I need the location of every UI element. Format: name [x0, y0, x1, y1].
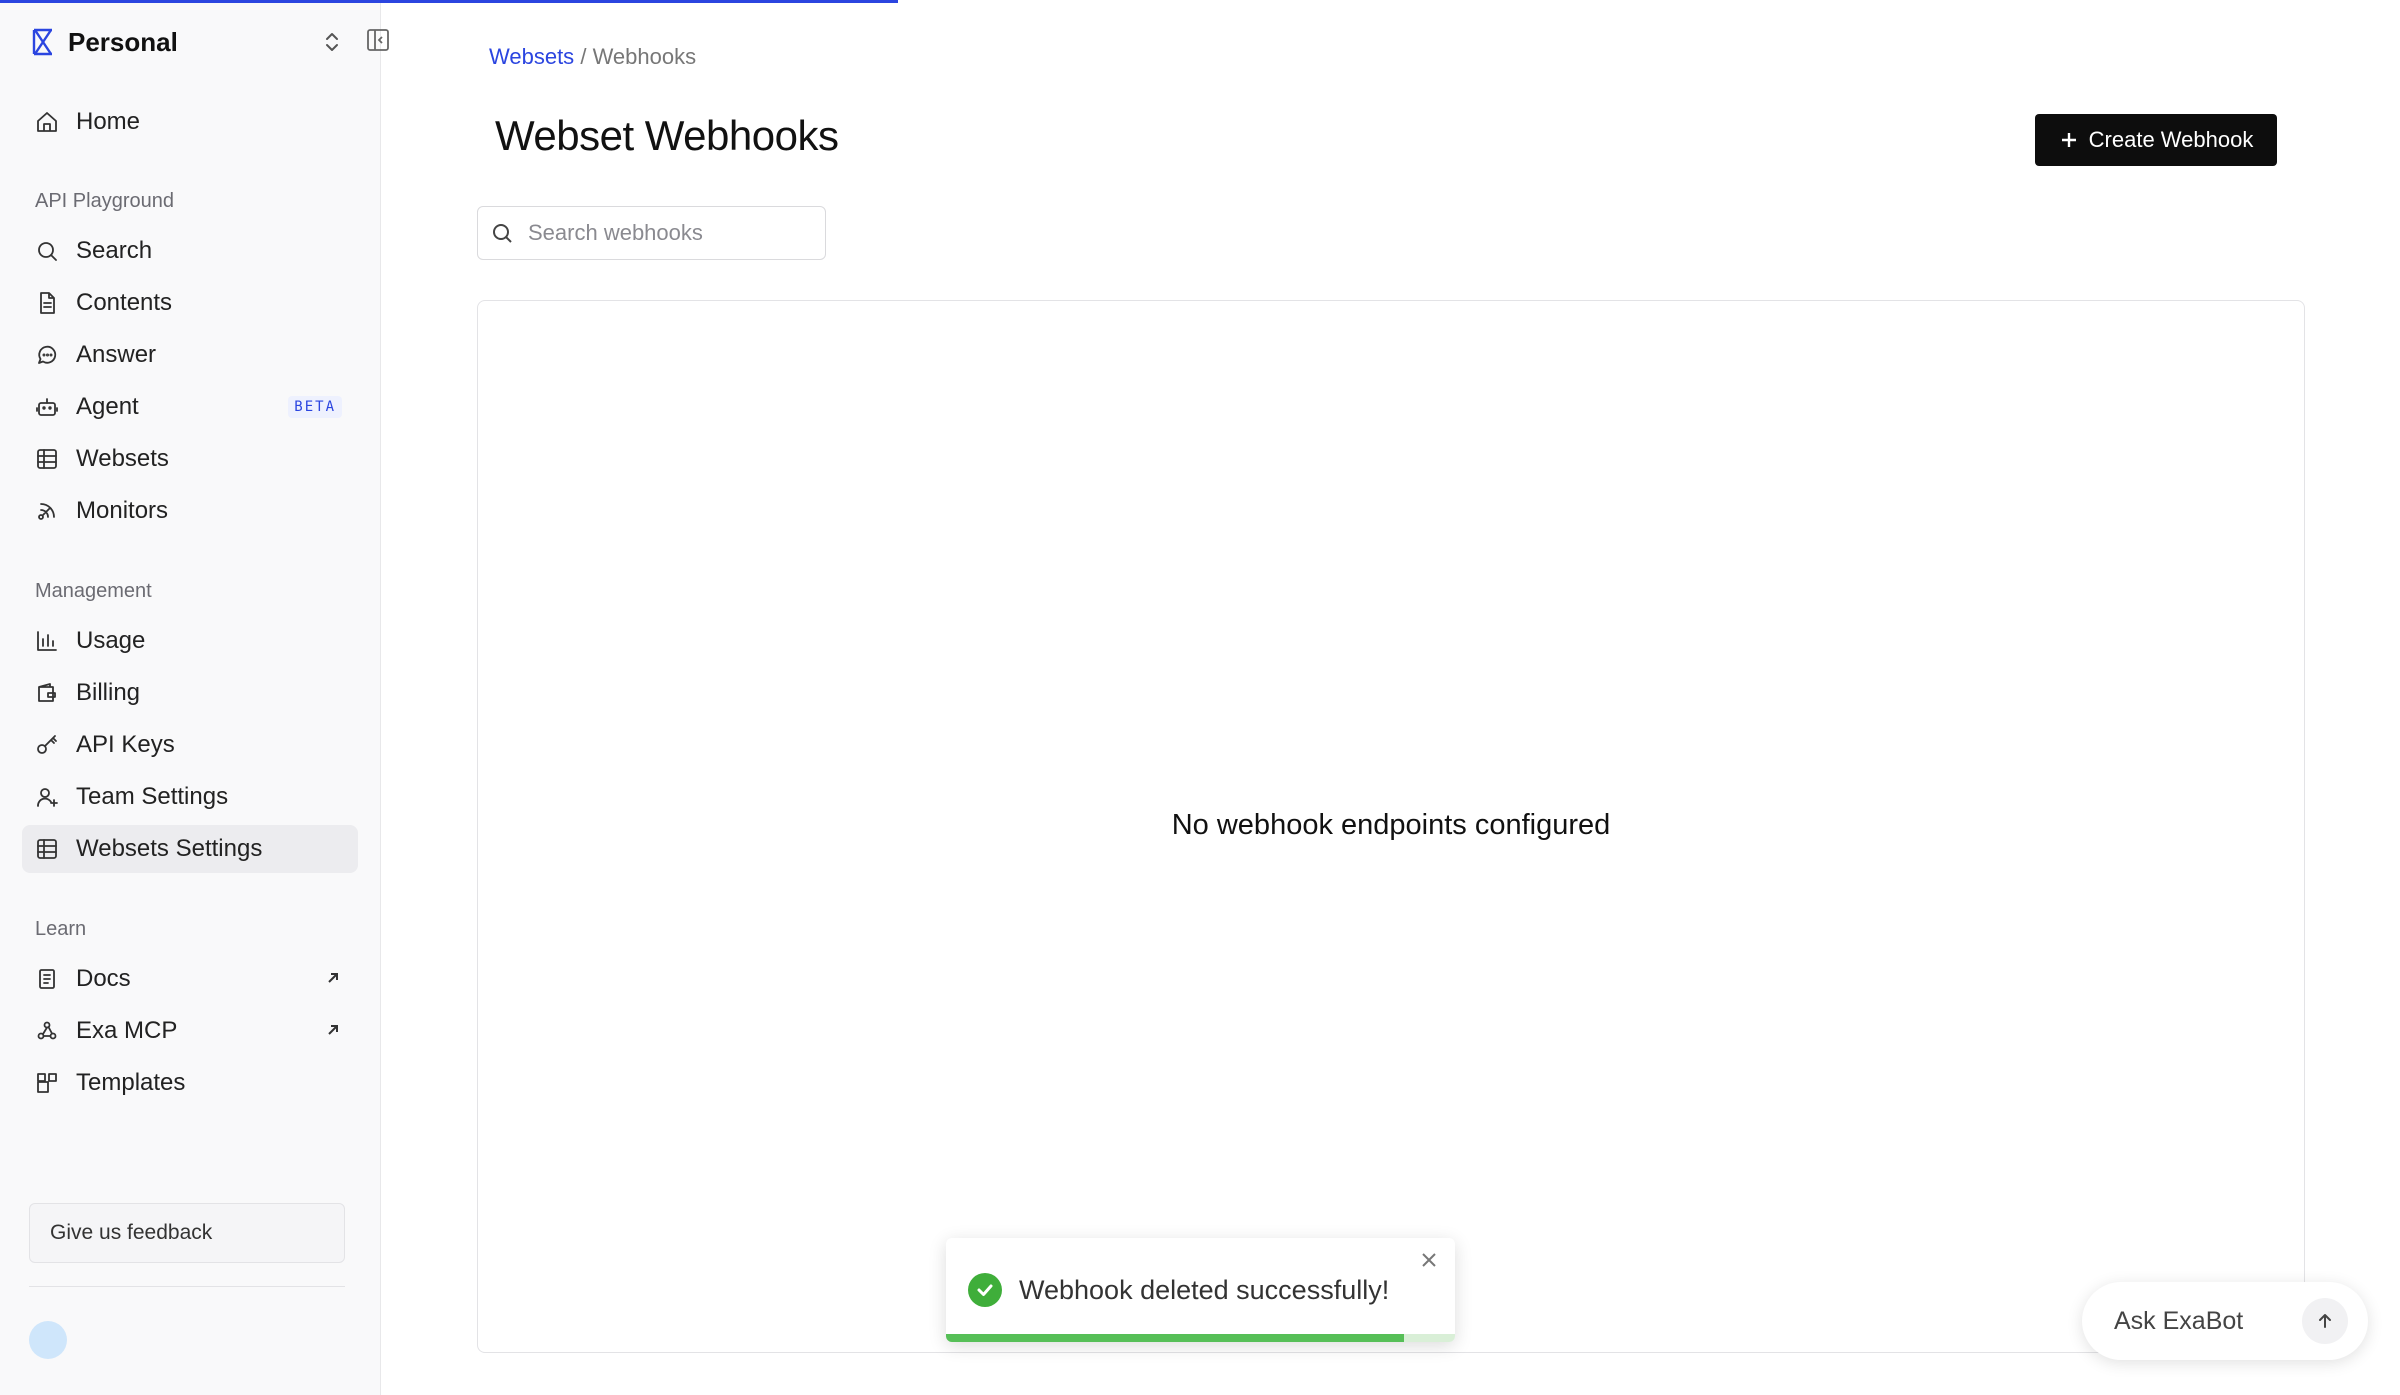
- key-icon: [34, 732, 60, 758]
- sidebar-item-api-keys[interactable]: API Keys: [22, 721, 358, 769]
- toast-message: Webhook deleted successfully!: [1019, 1275, 1390, 1305]
- page-loading-bar: [0, 0, 898, 3]
- search-webhooks-field[interactable]: [477, 206, 826, 260]
- sidebar-item-label: Billing: [76, 679, 141, 706]
- sidebar-item-team-settings[interactable]: Team Settings: [22, 773, 358, 821]
- table-icon: [34, 446, 60, 472]
- sidebar-item-label: Templates: [76, 1069, 186, 1096]
- sidebar-item-label: Usage: [76, 627, 146, 654]
- beta-badge: BETA: [288, 396, 342, 418]
- section-label-learn: Learn: [35, 918, 87, 940]
- sidebar: Personal Home API Playground Search Cont…: [0, 0, 389, 1395]
- avatar[interactable]: [29, 1321, 67, 1359]
- table-icon: [34, 836, 60, 862]
- sidebar-item-home[interactable]: Home: [22, 98, 358, 146]
- sidebar-item-answer[interactable]: Answer: [22, 331, 358, 379]
- sidebar-item-billing[interactable]: Billing: [22, 669, 358, 717]
- sidebar-item-label: Monitors: [76, 497, 169, 524]
- search-icon: [34, 238, 60, 264]
- search-icon: [493, 224, 512, 243]
- empty-state-message: No webhook endpoints configured: [1171, 809, 1611, 841]
- webhook-icon: [34, 1018, 60, 1044]
- workspace-name: Personal: [68, 26, 178, 57]
- toast-progress-fill: [946, 1334, 1405, 1342]
- sidebar-item-monitors[interactable]: Monitors: [22, 487, 358, 535]
- sidebar-item-agent[interactable]: Agent BETA: [22, 383, 358, 431]
- sidebar-item-label: Contents: [76, 289, 173, 316]
- external-link-icon: [324, 969, 344, 989]
- user-plus-icon: [34, 784, 60, 810]
- sidebar-item-label: Websets Settings: [76, 835, 263, 862]
- section-label-management: Management: [35, 580, 152, 602]
- sidebar-item-label: Websets: [76, 445, 169, 472]
- check-circle-icon: [968, 1273, 1002, 1307]
- sidebar-item-usage[interactable]: Usage: [22, 617, 358, 665]
- send-arrow-up-icon[interactable]: [2302, 1298, 2348, 1344]
- book-icon: [34, 966, 60, 992]
- sidebar-item-docs[interactable]: Docs: [22, 955, 358, 1003]
- ask-exabot-input[interactable]: Ask ExaBot: [2082, 1282, 2368, 1360]
- robot-icon: [34, 394, 60, 420]
- section-label-api-playground: API Playground: [35, 190, 174, 212]
- sidebar-item-label: Answer: [76, 341, 157, 368]
- create-webhook-label: Create Webhook: [2088, 127, 2254, 152]
- external-link-icon: [324, 1021, 344, 1041]
- sidebar-item-label: Search: [76, 237, 153, 264]
- breadcrumb-separator: /: [580, 44, 587, 69]
- search-input[interactable]: [528, 220, 808, 246]
- sidebar-item-label: Agent: [76, 393, 139, 420]
- templates-icon: [34, 1070, 60, 1096]
- plus-icon: [2059, 130, 2079, 150]
- sidebar-item-contents[interactable]: Contents: [22, 279, 358, 327]
- sidebar-divider: [29, 1286, 345, 1287]
- toast-progress-track: [946, 1334, 1455, 1342]
- radar-icon: [34, 498, 60, 524]
- sidebar-item-label: Home: [76, 108, 141, 135]
- exa-logo-icon: [30, 27, 56, 57]
- sidebar-item-label: Exa MCP: [76, 1017, 178, 1044]
- sidebar-item-exa-mcp[interactable]: Exa MCP: [22, 1007, 358, 1055]
- webhooks-panel: No webhook endpoints configured: [477, 300, 2305, 1353]
- breadcrumb: Websets / Webhooks: [489, 44, 696, 70]
- bar-chart-icon: [34, 628, 60, 654]
- sidebar-item-label: Docs: [76, 965, 131, 992]
- feedback-button[interactable]: Give us feedback: [29, 1203, 345, 1263]
- chevron-updown-icon[interactable]: [318, 28, 346, 56]
- wallet-icon: [34, 680, 60, 706]
- create-webhook-button[interactable]: Create Webhook: [2035, 114, 2277, 166]
- document-icon: [34, 290, 60, 316]
- sidebar-item-websets-settings[interactable]: Websets Settings: [22, 825, 358, 873]
- breadcrumb-link-websets[interactable]: Websets: [489, 44, 574, 69]
- sidebar-item-label: API Keys: [76, 731, 175, 758]
- workspace-switcher[interactable]: Personal: [30, 24, 389, 60]
- ask-exabot-placeholder: Ask ExaBot: [2114, 1306, 2244, 1335]
- collapse-sidebar-icon[interactable]: [364, 26, 392, 54]
- close-icon[interactable]: [1419, 1250, 1443, 1274]
- page-title: Webset Webhooks: [495, 112, 839, 159]
- breadcrumb-current: Webhooks: [592, 44, 697, 69]
- sidebar-item-templates[interactable]: Templates: [22, 1059, 358, 1107]
- success-toast: Webhook deleted successfully!: [946, 1238, 1455, 1342]
- sidebar-item-label: Team Settings: [76, 783, 229, 810]
- sidebar-item-websets[interactable]: Websets: [22, 435, 358, 483]
- sidebar-item-search[interactable]: Search: [22, 227, 358, 275]
- home-icon: [34, 109, 60, 135]
- chat-bubble-icon: [34, 342, 60, 368]
